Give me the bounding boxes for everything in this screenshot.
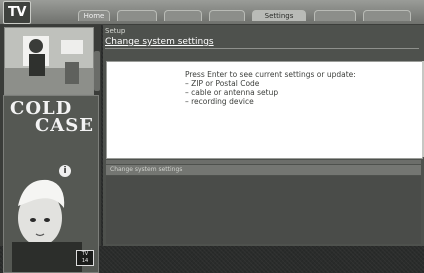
- info-panel: Press Enter to see current settings or u…: [106, 61, 423, 159]
- thumbnail-scene-icon: [5, 28, 93, 94]
- live-tv-thumbnail[interactable]: [4, 27, 94, 95]
- show-poster[interactable]: COLD CASE i TV 14: [3, 95, 99, 273]
- sidebar: COLD CASE i TV 14: [0, 25, 101, 273]
- tab-4[interactable]: [209, 10, 245, 21]
- lower-pane: [106, 176, 421, 244]
- tab-3[interactable]: [164, 10, 202, 21]
- tab-settings[interactable]: Settings: [252, 10, 306, 21]
- tab-home[interactable]: Home: [78, 10, 110, 21]
- main-content: Setup Change system settings Press Enter…: [103, 25, 424, 246]
- app-logo: TV: [3, 1, 31, 24]
- panel-intro: Press Enter to see current settings or u…: [185, 70, 356, 79]
- page-title[interactable]: Change system settings: [105, 36, 419, 49]
- panel-text: Press Enter to see current settings or u…: [185, 70, 405, 106]
- status-bar: Change system settings: [106, 165, 421, 175]
- divider: [106, 160, 421, 164]
- breadcrumb: Setup: [105, 27, 126, 35]
- panel-item: – recording device: [185, 97, 254, 106]
- info-icon[interactable]: i: [59, 165, 71, 177]
- tab-7[interactable]: [363, 10, 411, 21]
- tab-6[interactable]: [314, 10, 356, 21]
- tab-2[interactable]: [117, 10, 157, 21]
- tv-rating-badge: TV 14: [76, 250, 94, 266]
- top-navigation-bar: TV Home Settings: [0, 0, 424, 25]
- sidebar-scrollbar[interactable]: [94, 51, 100, 91]
- panel-item: – ZIP or Postal Code: [185, 79, 260, 88]
- panel-item: – cable or antenna setup: [185, 88, 279, 97]
